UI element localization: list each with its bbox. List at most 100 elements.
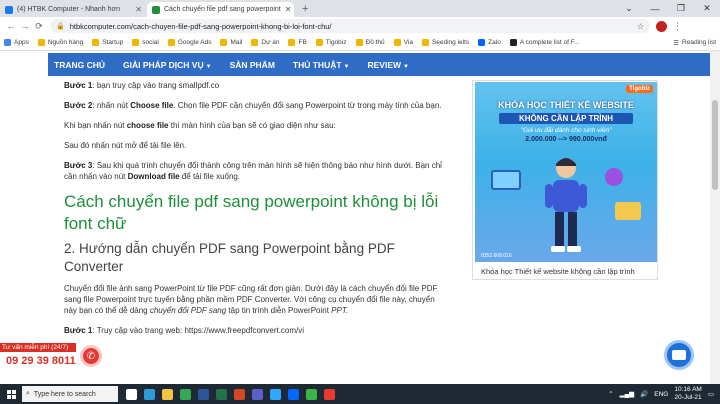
search-icon: ⌕ xyxy=(26,390,30,397)
taskbar-search-input[interactable]: ⌕ Type here to search xyxy=(22,386,118,402)
folder-icon xyxy=(288,39,296,46)
start-button[interactable] xyxy=(0,384,22,404)
nav-item-review[interactable]: REVIEW ▼ xyxy=(368,60,409,70)
show-hidden-icons-icon[interactable]: ⌃ xyxy=(608,390,613,398)
url-input[interactable]: 🔒 htbkcomputer.com/cach-chuyen-file-pdf-… xyxy=(50,19,650,33)
language-indicator[interactable]: ENG xyxy=(654,391,668,398)
bookmark-folder[interactable]: FB xyxy=(288,39,307,46)
zalo-icon[interactable] xyxy=(284,384,302,404)
screen: (4) HTBK Computer - Nhanh hơn ✕ Cách chu… xyxy=(0,0,720,404)
bookmark-zalo[interactable]: Zalo xyxy=(478,39,501,46)
hotline-widget[interactable]: Tư vấn miễn phí (24/7) 09 29 39 8011 xyxy=(0,343,76,373)
sidebar-ad-card[interactable]: Tigobiz KHÓA HỌC THIẾT KẾ WEBSITE KHÔNG … xyxy=(472,80,658,280)
contact-bubble[interactable] xyxy=(664,340,694,370)
folder-icon xyxy=(220,39,228,46)
bookmark-label: FB xyxy=(298,39,307,46)
url-text: htbkcomputer.com/cach-chuyen-file-pdf-sa… xyxy=(69,21,332,31)
site-navigation: TRANG CHỦ GIẢI PHÁP DỊCH VỤ ▼ SẢN PHẨM TH… xyxy=(48,53,716,76)
step-text: : Sau khi quá trình chuyển đổi thành côn… xyxy=(64,161,442,181)
call-button[interactable]: ✆ xyxy=(80,345,102,367)
back-icon[interactable]: ← xyxy=(4,21,18,31)
tab-htbk-facebook[interactable]: (4) HTBK Computer - Nhanh hơn ✕ xyxy=(0,2,147,17)
nav-item-products[interactable]: SẢN PHẨM xyxy=(230,60,275,70)
folder-icon xyxy=(132,39,140,46)
window-controls: ⌄ — ❐ ✕ xyxy=(616,0,720,17)
tab-current-article[interactable]: Cách chuyển file pdf sang powerpoint ✕ xyxy=(147,2,294,17)
bookmark-folder[interactable]: Đồ thủ xyxy=(355,39,385,46)
notifications-icon[interactable]: ▭ xyxy=(708,390,714,398)
bold-term: choose file xyxy=(126,121,169,130)
teams-icon[interactable] xyxy=(248,384,266,404)
app-icon[interactable] xyxy=(320,384,338,404)
new-tab-button[interactable]: + xyxy=(294,3,316,17)
bookmark-label: Apps xyxy=(14,39,29,46)
ad-tagline: "Giá ưu đãi dành cho sinh viên" xyxy=(520,127,612,134)
reading-list-button[interactable]: ☰ Reading list xyxy=(673,39,716,47)
task-view-icon[interactable] xyxy=(122,384,140,404)
volume-icon[interactable]: 🔊 xyxy=(640,390,648,398)
word-glyph xyxy=(197,388,209,400)
menu-icon[interactable]: ⋮ xyxy=(673,21,682,32)
word-icon[interactable] xyxy=(194,384,212,404)
ad-phone: 0352.668.010 xyxy=(481,253,512,259)
bookmark-label: Zalo xyxy=(488,39,501,46)
forward-icon[interactable]: → xyxy=(18,21,32,31)
bookmark-folder[interactable]: Nguồn hàng xyxy=(37,39,83,46)
bookmark-folder[interactable]: social xyxy=(132,39,159,46)
close-tab-icon[interactable]: ✕ xyxy=(131,5,142,14)
step-label: Bước 2 xyxy=(64,101,93,110)
contact-card-icon xyxy=(672,350,686,360)
clock[interactable]: 10:16 AM 20-Jul-21 xyxy=(674,386,701,402)
maximize-icon[interactable]: ❐ xyxy=(668,3,694,14)
close-window-icon[interactable]: ✕ xyxy=(694,3,720,14)
bookmark-star-icon[interactable]: ☆ xyxy=(637,22,644,31)
bookmark-folder[interactable]: Google Ads xyxy=(167,39,212,46)
file-explorer-icon[interactable] xyxy=(158,384,176,404)
camtasia-glyph xyxy=(305,388,317,400)
excel-icon[interactable] xyxy=(212,384,230,404)
bookmark-link[interactable]: A complete list of F... xyxy=(509,39,579,46)
powerpoint-icon[interactable] xyxy=(230,384,248,404)
bookmark-folder[interactable]: Via xyxy=(393,39,413,46)
nav-item-services[interactable]: GIẢI PHÁP DỊCH VỤ ▼ xyxy=(123,60,212,70)
excel-glyph xyxy=(215,388,227,400)
close-tab-icon[interactable]: ✕ xyxy=(281,5,292,14)
bookmark-folder[interactable]: Startup xyxy=(92,39,123,46)
ad-caption[interactable]: Khóa học Thiết kế website không cần lập … xyxy=(481,267,635,276)
folder-icon xyxy=(393,39,401,46)
scrollbar-thumb[interactable] xyxy=(712,100,718,190)
bookmark-folder[interactable]: Seeding ielts xyxy=(421,39,469,46)
bookmark-folder[interactable]: Mail xyxy=(220,39,242,46)
tab-search-icon[interactable]: ⌄ xyxy=(616,3,642,14)
card-illustration-icon xyxy=(615,202,641,220)
taskbar-pinned-apps xyxy=(122,384,338,404)
reload-icon[interactable]: ⟳ xyxy=(32,21,46,32)
chrome-icon[interactable] xyxy=(176,384,194,404)
photoshop-icon[interactable] xyxy=(266,384,284,404)
course-ad-banner[interactable]: Tigobiz KHÓA HỌC THIẾT KẾ WEBSITE KHÔNG … xyxy=(475,82,657,262)
minimize-icon[interactable]: — xyxy=(642,4,668,14)
text: tập tin trình diễn PowerPoint xyxy=(226,306,332,315)
camtasia-icon[interactable] xyxy=(302,384,320,404)
paragraph-open: Sau đó nhấn nút mở để tải file lên. xyxy=(64,141,187,150)
zalo-icon xyxy=(478,39,486,46)
bookmark-folder[interactable]: Tigobiz xyxy=(315,39,347,46)
bold-term: Choose file xyxy=(130,101,174,110)
lock-icon[interactable]: 🔒 xyxy=(56,22,65,30)
network-icon[interactable]: ▂▄▆ xyxy=(620,390,635,398)
nav-item-tips[interactable]: THỦ THUẬT ▼ xyxy=(293,60,350,70)
hotline-number[interactable]: 09 29 39 8011 xyxy=(6,355,76,367)
windows-taskbar: ⌕ Type here to search ⌃ ▂▄▆ 🔊 ENG 10:16 … xyxy=(0,384,720,404)
bookmark-folder[interactable]: Dự án xyxy=(251,39,279,46)
apps-grid-icon xyxy=(4,39,11,46)
edge-icon[interactable] xyxy=(140,384,158,404)
search-placeholder: Type here to search xyxy=(33,390,96,398)
reading-list-label: Reading list xyxy=(682,39,716,46)
bookmark-apps[interactable]: Apps xyxy=(4,39,29,46)
profile-avatar[interactable] xyxy=(656,20,667,32)
clock-time: 10:16 AM xyxy=(674,386,702,393)
bookmark-label: Google Ads xyxy=(177,39,212,46)
file-explorer-glyph xyxy=(161,388,173,400)
step-text: : nhấn nút xyxy=(92,101,131,110)
nav-item-home[interactable]: TRANG CHỦ xyxy=(54,60,105,70)
